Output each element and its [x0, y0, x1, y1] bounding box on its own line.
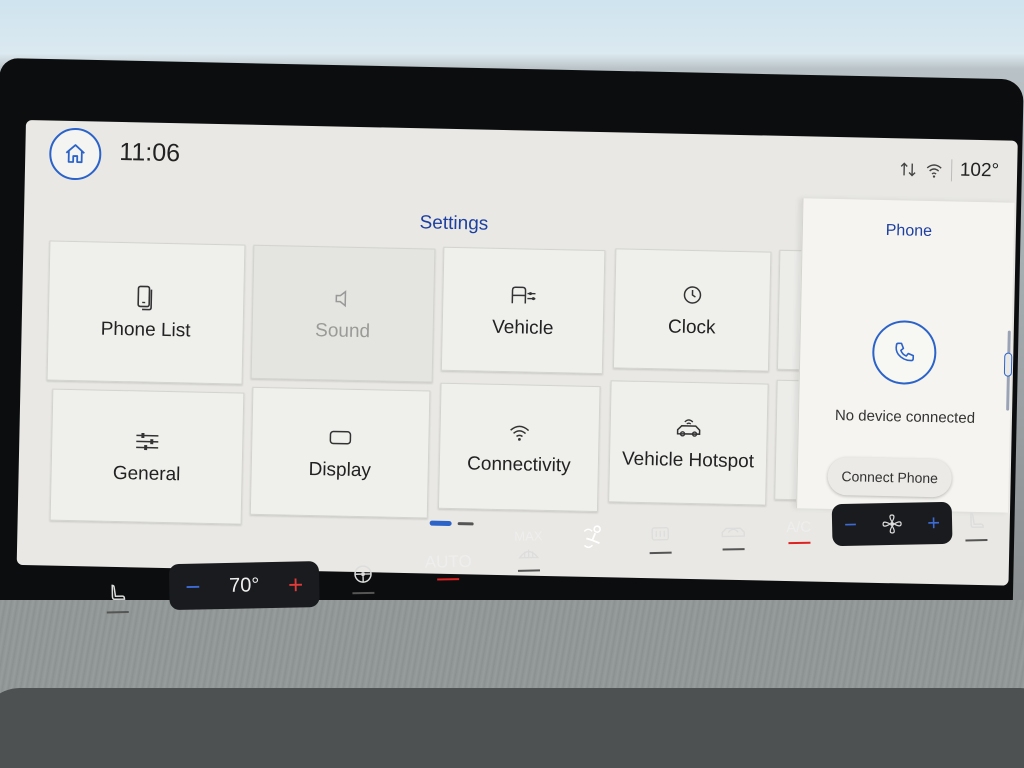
tile-label: Clock: [667, 316, 716, 339]
display-icon: [329, 430, 352, 445]
data-transfer-icon: [900, 162, 916, 177]
level-indicator: [965, 538, 988, 542]
temp-down-button[interactable]: −: [185, 571, 201, 602]
front-defrost-icon: [518, 549, 540, 559]
ac-label: A/C: [785, 518, 812, 537]
tile-label: General: [112, 462, 181, 486]
wifi-status-icon: [926, 164, 942, 178]
tile-label: Phone List: [100, 318, 191, 342]
vehicle-settings-icon: [511, 286, 536, 304]
phone-list-icon: [137, 285, 153, 311]
level-indicator: [722, 548, 745, 551]
seat-icon: [970, 512, 984, 529]
phone-connection-status: No device connected: [834, 407, 976, 427]
ac-button[interactable]: A/C: [786, 519, 812, 545]
tile-sound: Sound: [250, 244, 436, 383]
max-label: MAX: [514, 528, 543, 544]
level-indicator: [518, 569, 541, 572]
passenger-seat-heat-button[interactable]: [964, 509, 989, 542]
clock-icon: [683, 286, 702, 304]
tile-label: Connectivity: [466, 453, 571, 477]
connect-phone-button[interactable]: Connect Phone: [827, 456, 953, 498]
rear-defrost-button[interactable]: [648, 524, 673, 555]
recirculation-icon: [721, 527, 746, 538]
scroll-thumb[interactable]: [1003, 352, 1013, 377]
tile-label: Sound: [314, 320, 371, 343]
fan-up-button[interactable]: +: [927, 510, 940, 536]
driver-temp-control: − 70° +: [168, 561, 320, 611]
level-indicator: [106, 610, 129, 614]
heated-steering-button[interactable]: [351, 562, 376, 595]
car-wifi-icon: [676, 419, 701, 437]
seat-icon: [111, 584, 126, 601]
sliders-icon: [136, 432, 159, 451]
phone-icon: [895, 342, 915, 362]
fan-speed-control: − +: [831, 501, 953, 547]
speaker-icon: [335, 290, 347, 308]
tile-vehicle-hotspot[interactable]: Vehicle Hotspot: [608, 380, 769, 506]
page-title: Settings: [419, 212, 489, 235]
temp-up-button[interactable]: +: [288, 569, 304, 600]
tile-label: Display: [308, 458, 372, 482]
steering-wheel-heat-icon: [354, 565, 372, 583]
airflow-icon: [583, 525, 601, 549]
tile-phone-list[interactable]: Phone List: [46, 240, 246, 385]
max-defrost-button[interactable]: MAX: [514, 528, 543, 572]
ac-indicator: [787, 541, 810, 545]
outside-temperature: 102°: [950, 159, 1000, 183]
phone-panel: Phone No device connected Connect Phone: [796, 198, 1015, 513]
rear-defrost-icon: [651, 527, 670, 541]
fan-icon: [882, 514, 902, 534]
tile-connectivity[interactable]: Connectivity: [437, 382, 601, 513]
driver-temperature: 70°: [228, 573, 260, 597]
phone-panel-title: Phone: [885, 222, 933, 240]
tile-label: Vehicle: [491, 316, 554, 340]
recirculation-button[interactable]: [718, 520, 749, 551]
driver-seat-heat-button[interactable]: [105, 581, 130, 614]
wifi-icon: [510, 425, 530, 441]
home-icon: [65, 144, 85, 164]
tile-label: Vehicle Hotspot: [621, 448, 755, 473]
level-indicator: [352, 591, 375, 595]
airflow-button[interactable]: [580, 523, 611, 554]
tile-display[interactable]: Display: [249, 386, 431, 519]
tile-general[interactable]: General: [49, 388, 245, 525]
panel-scroll-handle[interactable]: [1003, 330, 1013, 411]
level-indicator: [649, 551, 672, 555]
phone-call-button[interactable]: [871, 319, 937, 386]
status-icons: 102°: [899, 158, 1000, 183]
dashboard-lip: [0, 688, 1024, 768]
tile-vehicle[interactable]: Vehicle: [440, 246, 606, 375]
tile-clock[interactable]: Clock: [612, 248, 772, 372]
auto-label: AUTO: [424, 551, 472, 572]
clock-time: 11:06: [119, 137, 181, 168]
fan-down-button[interactable]: −: [844, 512, 857, 538]
auto-climate-button[interactable]: AUTO: [425, 552, 472, 581]
home-button[interactable]: [48, 127, 102, 181]
auto-indicator: [437, 578, 460, 581]
